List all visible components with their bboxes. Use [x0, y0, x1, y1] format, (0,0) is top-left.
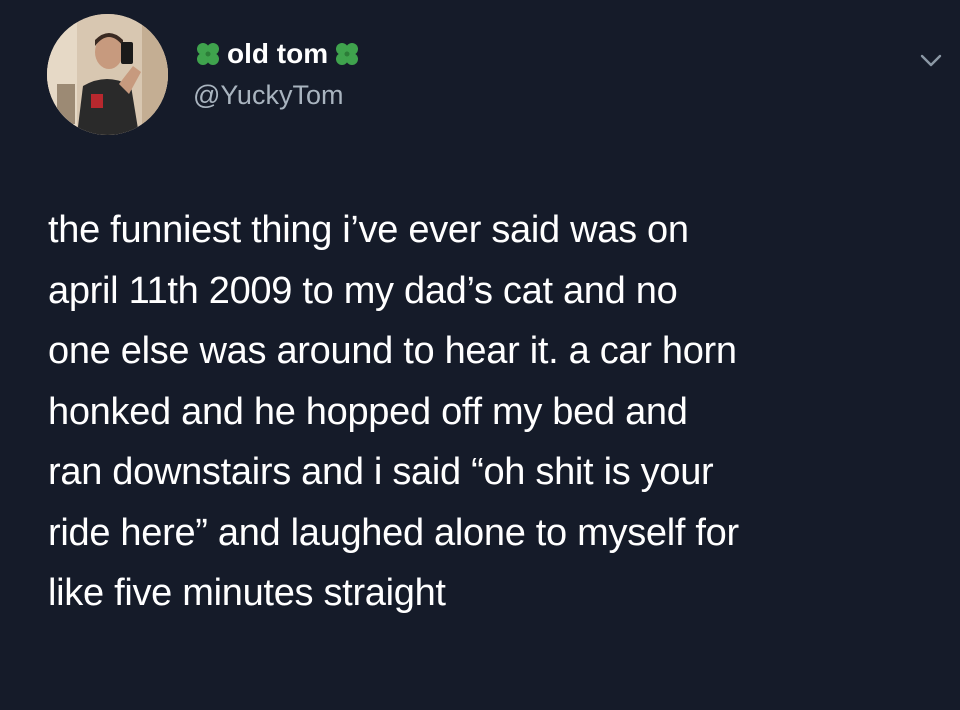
tweet-text-line: ride here” and laughed alone to myself f…	[48, 511, 739, 554]
four-leaf-clover-icon	[197, 43, 219, 65]
chevron-down-icon[interactable]	[918, 50, 944, 70]
avatar[interactable]	[47, 14, 168, 135]
tweet-text-line: ran downstairs and i said “oh shit is yo…	[48, 451, 714, 493]
author-handle[interactable]: @YuckyTom	[193, 80, 343, 111]
author-name-row[interactable]: old tom	[193, 34, 362, 74]
author-display-name[interactable]: old tom	[227, 38, 328, 70]
four-leaf-clover-icon	[336, 43, 359, 65]
tweet-text-line: like five minutes straight	[48, 572, 446, 614]
tweet-text-line: honked and he hopped off my bed and	[48, 390, 688, 433]
tweet-text-line: april 11th 2009 to my dad’s cat and no	[48, 269, 678, 312]
tweet-text-line: one else was around to hear it. a car ho…	[48, 330, 737, 372]
tweet-text: the funniest thing i’ve ever said was on…	[48, 200, 948, 624]
tweet-card: old tom @YuckyTom the funniest thing i’v…	[0, 0, 960, 710]
avatar-photo	[47, 14, 168, 135]
tweet-text-line: the funniest thing i’ve ever said was on	[48, 209, 689, 251]
